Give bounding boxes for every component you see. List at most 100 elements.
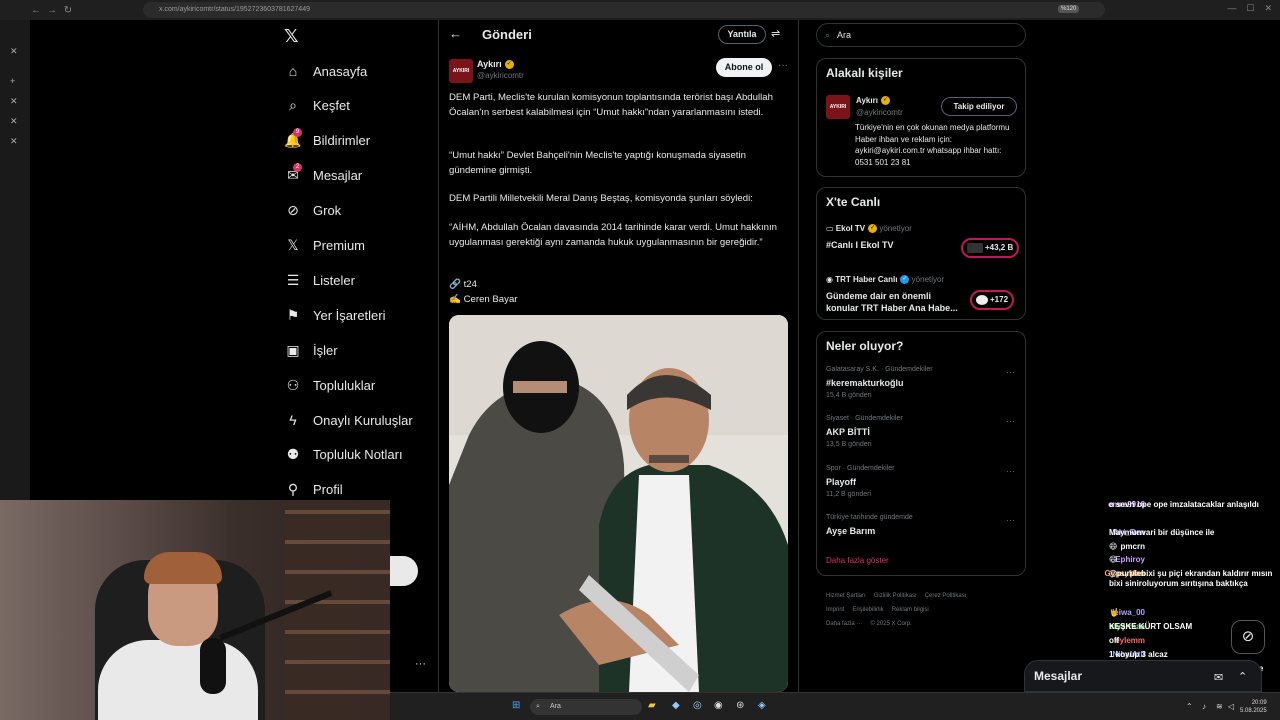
trend-more-icon[interactable]: ··· [1006,466,1015,476]
sidebar-item[interactable]: ⚉ Topluluk Notları [284,443,403,467]
following-button[interactable]: Takip ediliyor [941,97,1017,116]
webcam-overlay [0,500,390,720]
clock[interactable]: 20:09 5.08.2025 [1240,699,1267,715]
author-handle[interactable]: @aykiricomtr [477,71,524,80]
sidebar-item[interactable]: ☰ Listeler [284,268,355,292]
author-name-text[interactable]: Aykırı [477,59,502,69]
sidebar-item[interactable]: ϟ Onaylı Kuruluşlar [284,408,412,432]
sidebar-item[interactable]: ✉ 2 Mesajlar [284,163,362,188]
x-logo-icon[interactable]: 𝕏 [284,26,299,47]
home-icon: ⌂ [288,63,298,79]
sidebar-item[interactable]: 𝕏 Premium [284,234,365,258]
sidebar-item[interactable]: ⚇ Topluluklar [284,373,375,397]
footer-link[interactable]: Imprint [826,607,844,613]
reply-button[interactable]: Yantıla [718,25,766,44]
close-window-icon[interactable]: ✕ [1264,3,1272,14]
trend-more-icon[interactable]: ··· [1006,515,1015,525]
tab-x-icon[interactable]: ✕ [10,116,18,127]
sidebar-item[interactable]: ⚑ Yer İşaretleri [284,303,386,327]
tray-chevron-icon[interactable]: ⌃ [1186,702,1193,711]
expand-icon[interactable]: ⌃ [1238,670,1247,683]
trend-name[interactable]: AKP BİTTİ [826,427,870,437]
store-icon[interactable]: ◆ [672,700,680,711]
sidebar-item-label: Keşfet [313,98,350,114]
post-more-icon[interactable]: ··· [778,60,788,71]
post-paragraph: “Umut hakkı” Devlet Bahçeli'nin Meclis't… [449,150,746,176]
footer-link[interactable]: Çerez Politikası [925,593,967,599]
trend-name[interactable]: #keremakturkoğlu [826,378,904,388]
tab-x-icon[interactable]: ✕ [10,96,18,107]
back-icon[interactable]: ← [28,5,44,16]
grok-icon[interactable]: ⊘ [1231,620,1265,654]
windows-start-icon[interactable]: ⊞ [512,700,520,711]
folder-icon[interactable]: ▰ [648,700,656,711]
live-count-badge[interactable]: +172 [970,290,1015,310]
new-tab-icon[interactable]: + [10,76,15,86]
live-host[interactable]: ▭ Ekol TV ✓ yönetiyor [826,224,912,234]
maximize-icon[interactable]: ☐ [1246,3,1254,14]
chat-text: 😄 [1109,555,1118,564]
app-icon[interactable]: ⊛ [736,700,744,711]
sidebar-item[interactable]: ⊘ Grok [284,199,341,223]
show-more-link[interactable]: Daha fazla göster [826,556,889,565]
footer-link[interactable]: Gizlilik Politikası [874,593,917,599]
sidebar-item-label: Listeler [313,272,355,288]
author-avatar[interactable]: AYKIRI [449,59,473,83]
tab-x-icon[interactable]: ✕ [10,46,18,57]
sidebar-item[interactable]: ▣ İşler [284,338,337,362]
search-input[interactable]: ⌕ Ara [816,23,1026,47]
footer-link[interactable]: Daha fazla ··· [826,621,862,627]
sidebar-item[interactable]: ⌂ Anasayfa [284,59,367,83]
sidebar-item[interactable]: ⚲ Profil [284,478,343,502]
zoom-badge[interactable]: %120 [1058,5,1080,13]
more-icon[interactable]: ··· [415,658,426,670]
trend-more-icon[interactable]: ··· [1006,367,1015,377]
author-name[interactable]: Aykırı ✓ [477,59,514,70]
address-bar[interactable]: x.com/aykiricomtr/status/195272360378162… [143,2,1105,18]
footer-link[interactable]: Reklam bilgisi [892,607,929,613]
filter-icon[interactable]: ⇌ [771,27,780,40]
taskbar-search[interactable]: ⌕ Ara [530,699,642,715]
live-stream-title[interactable]: Gündeme dair en önemli konular TRT Haber… [826,290,966,314]
trend-count: 15,4 B gönderi [826,392,872,399]
verified-icon: ✓ [880,96,890,106]
post-source[interactable]: 🔗 t24 [449,278,789,293]
chat-text: 🤘 [1109,608,1119,617]
mic-tray-icon[interactable]: ♪ [1202,702,1206,711]
live-host-text[interactable]: TRT Haber Canlı [835,275,897,284]
footer-link[interactable]: © 2025 X Corp. [870,621,911,627]
obs-icon[interactable]: ◉ [714,700,723,711]
messages-drawer-title[interactable]: Mesajlar [1034,669,1082,683]
vertical-tab-strip: ✕ + ✕ ✕ ✕ [0,20,30,500]
footer-link[interactable]: Hizmet Şartları [826,593,866,599]
minimize-icon[interactable]: — [1227,3,1236,14]
volume-icon[interactable]: ◁ [1228,702,1234,711]
trend-context: Spor · Gündemdekiler [826,464,895,472]
trend-more-icon[interactable]: ··· [1006,416,1015,426]
footer-link[interactable]: Erişilebilirlik [852,607,883,613]
compose-message-icon[interactable]: ✉ [1214,671,1223,684]
related-name-text[interactable]: Aykırı [856,96,878,105]
forward-icon[interactable]: → [44,5,60,16]
back-arrow-icon[interactable]: ← [449,26,462,41]
trend-name[interactable]: Ayşe Barım [826,526,875,536]
sidebar-item-label: Yer İşaretleri [313,307,386,323]
live-stream-title[interactable]: #Canlı I Ekol TV [826,240,894,250]
steam-icon[interactable]: ◎ [693,700,702,711]
related-name[interactable]: Aykırı ✓ [856,96,890,106]
sidebar-item[interactable]: 🔔 9 Bildirimler [284,128,370,153]
tab-x-icon[interactable]: ✕ [10,136,18,147]
related-handle[interactable]: @aykiricomtr [856,108,903,117]
live-host-text[interactable]: Ekol TV [836,224,865,233]
browser-icon[interactable]: ◈ [758,700,766,711]
wifi-icon[interactable]: ≋ [1216,702,1223,711]
trend-name[interactable]: Playoff [826,477,856,487]
sidebar-item[interactable]: ⌕ Keşfet [284,94,350,118]
post-photo[interactable] [449,315,788,692]
subscribe-button[interactable]: Abone ol [716,58,772,77]
live-count-badge[interactable]: +43,2 B [961,238,1020,258]
related-avatar[interactable]: AYKIRI [826,95,850,119]
reload-icon[interactable]: ↻ [60,5,76,16]
live-host[interactable]: ◉ TRT Haber Canlı ✓ yönetiyor [826,275,944,285]
live-count: +172 [990,295,1009,304]
